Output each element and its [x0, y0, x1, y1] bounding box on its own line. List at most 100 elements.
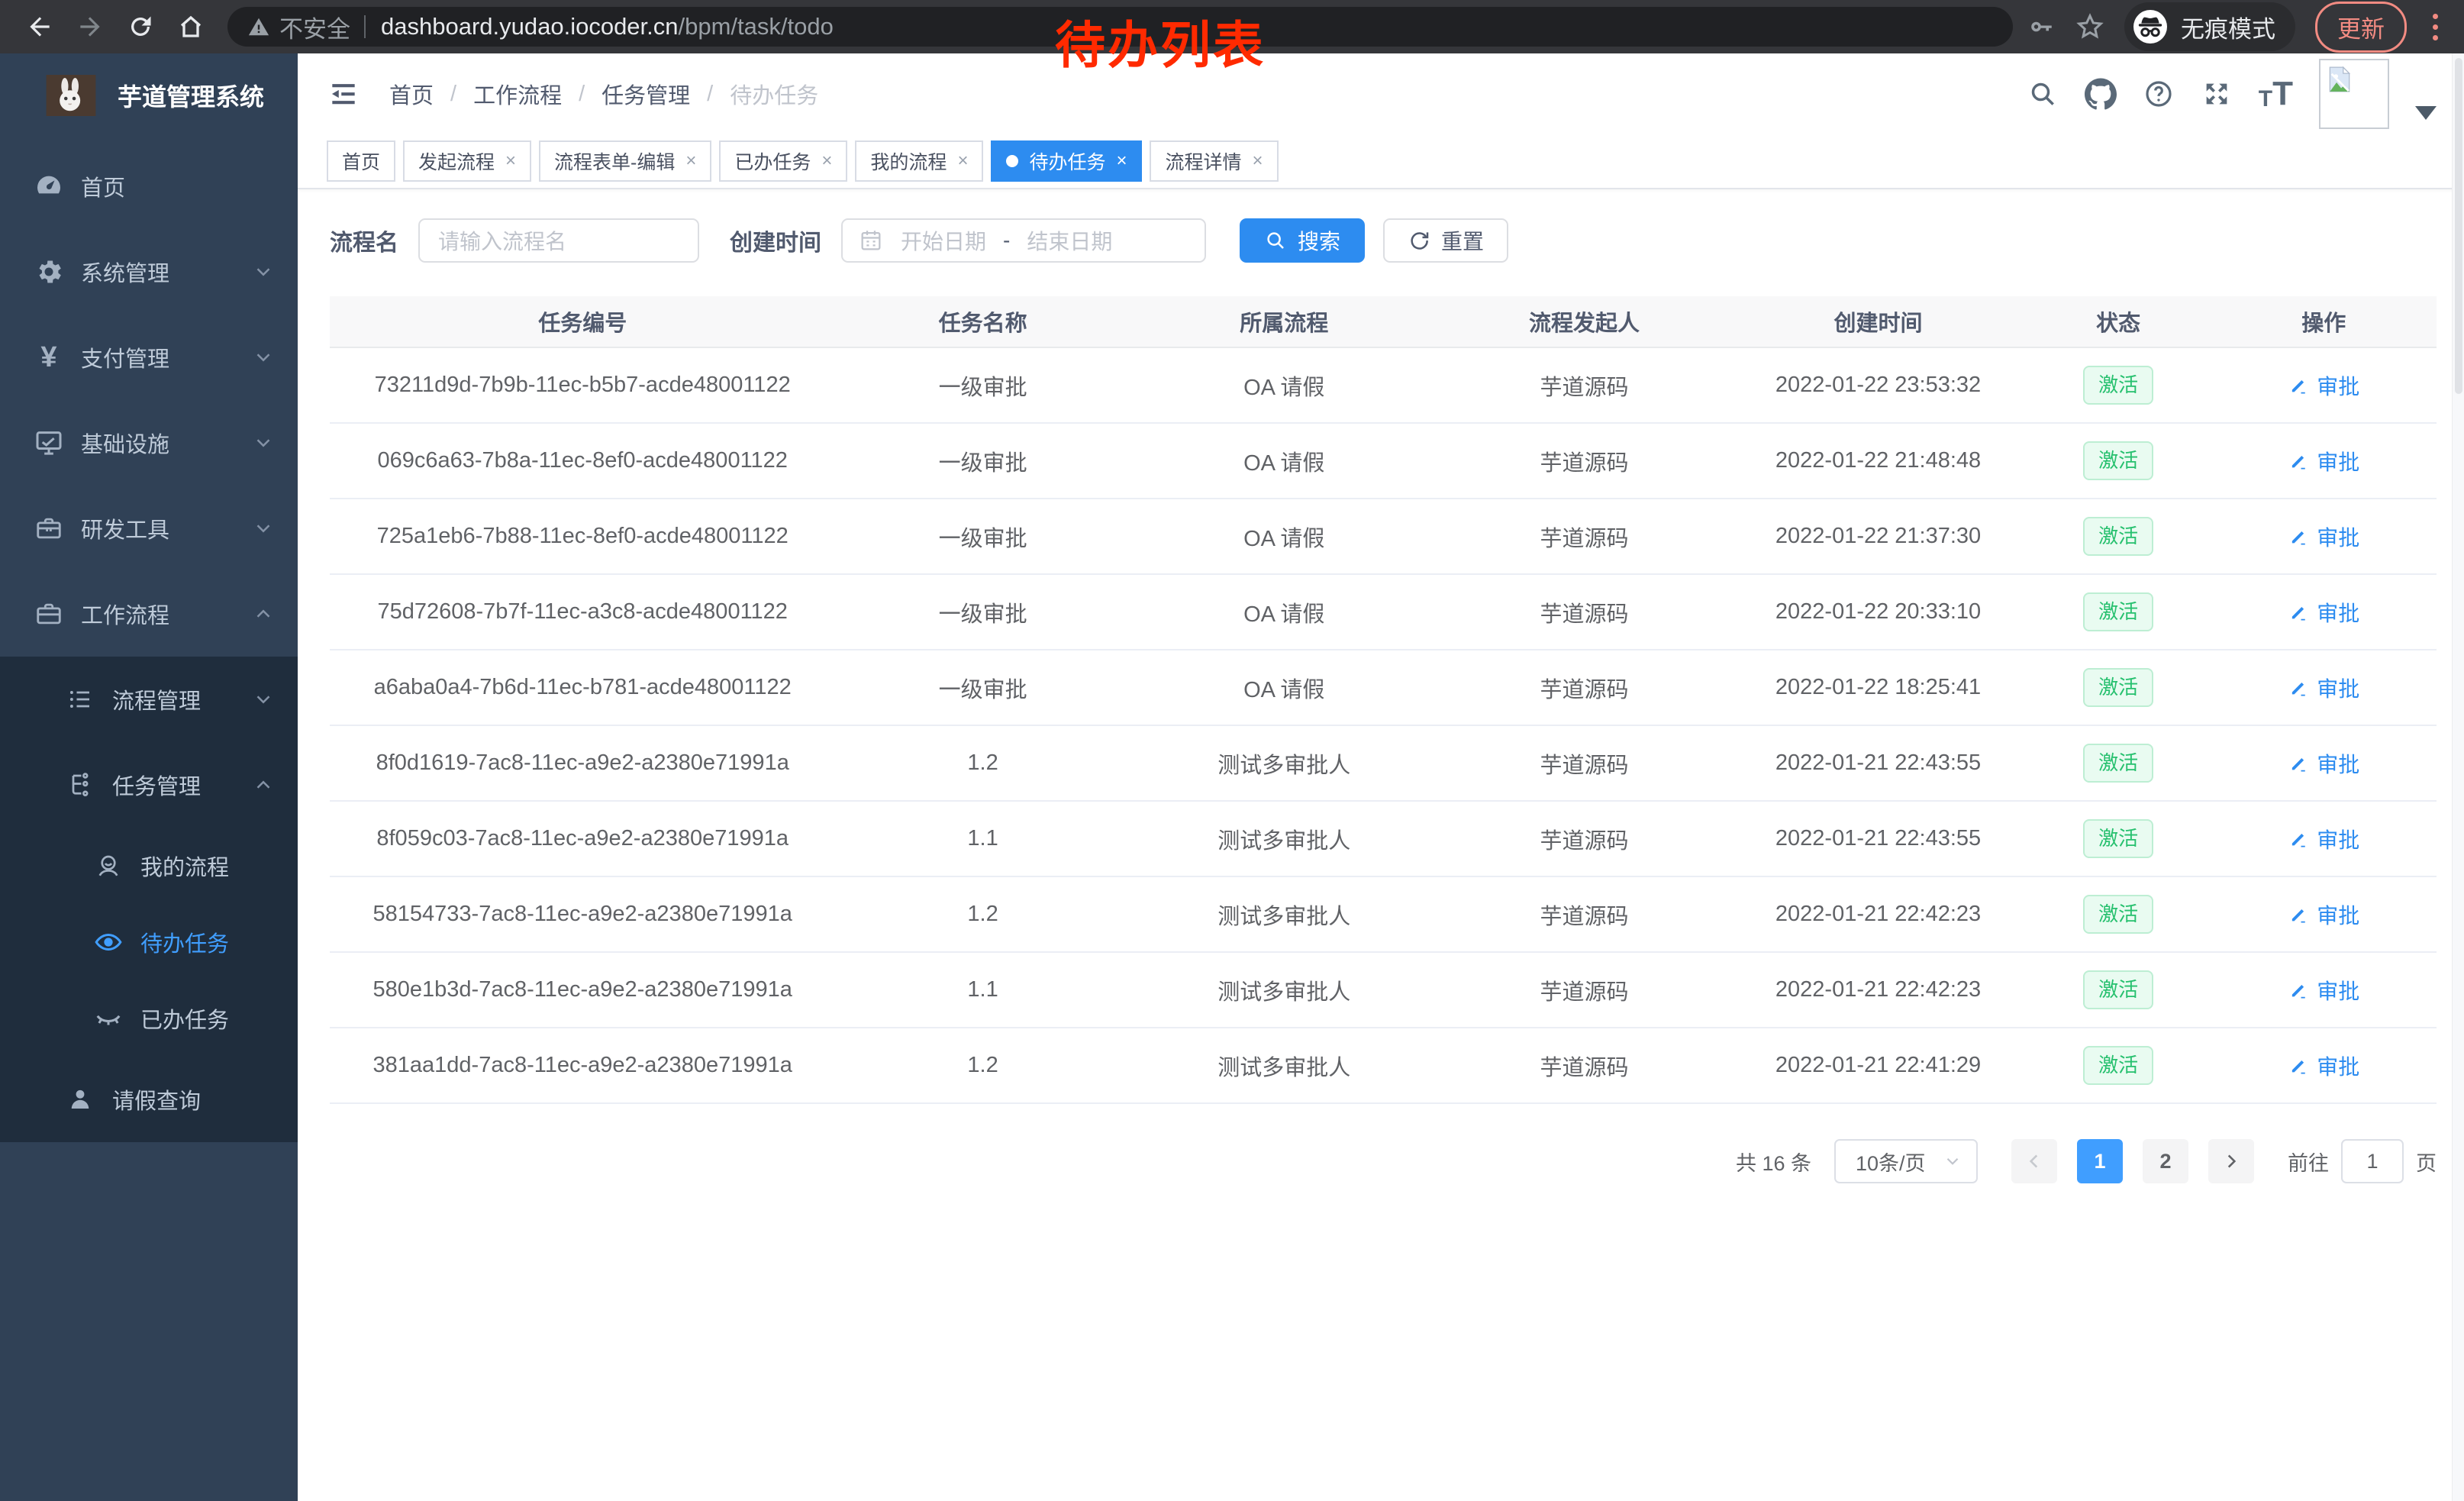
cell-process: OA 请假	[1130, 348, 1438, 422]
search-button[interactable]: 搜索	[1240, 218, 1365, 263]
tab-done-tasks[interactable]: 已办任务 ×	[719, 140, 847, 182]
back-icon[interactable]	[20, 7, 60, 47]
cell-initiator: 芋道源码	[1438, 348, 1731, 422]
approve-button[interactable]: 审批	[2288, 975, 2359, 1006]
tab-process-detail[interactable]: 流程详情×	[1150, 140, 1278, 182]
chevron-up-icon	[252, 773, 275, 796]
close-icon[interactable]: ×	[1116, 150, 1127, 172]
forward-icon[interactable]	[70, 7, 110, 47]
sidebar-item-task-management[interactable]: 任务管理	[0, 742, 298, 828]
close-icon[interactable]: ×	[1253, 150, 1263, 172]
pencil-icon	[2288, 602, 2309, 623]
sidebar-item-done-tasks[interactable]: 已办任务	[0, 980, 298, 1057]
status-badge: 激活	[2083, 668, 2153, 707]
avatar[interactable]	[2319, 59, 2389, 129]
reset-button-label: 重置	[1441, 225, 1484, 256]
approve-button[interactable]: 审批	[2288, 521, 2359, 552]
update-button[interactable]: 更新	[2315, 2, 2407, 53]
cell-created: 2022-01-22 21:37:30	[1730, 499, 2025, 573]
sidebar-item-process-management[interactable]: 流程管理	[0, 657, 298, 742]
tab-process-form-edit[interactable]: 流程表单-编辑×	[539, 140, 711, 182]
people-icon	[93, 851, 124, 881]
collapse-sidebar-icon[interactable]	[327, 77, 360, 111]
table-row: 069c6a63-7b8a-11ec-8ef0-acde48001122 一级审…	[330, 424, 2437, 499]
avatar-dropdown-caret[interactable]	[2415, 106, 2437, 120]
pencil-icon	[2288, 526, 2309, 547]
approve-button[interactable]: 审批	[2288, 370, 2359, 401]
sidebar-item-system[interactable]: 系统管理	[0, 229, 298, 315]
sidebar-item-infrastructure[interactable]: 基础设施	[0, 400, 298, 486]
approve-button[interactable]: 审批	[2288, 899, 2359, 930]
scrollbar-thumb[interactable]	[2455, 58, 2462, 394]
github-icon[interactable]	[2085, 78, 2117, 110]
security-label[interactable]: 不安全	[279, 10, 350, 44]
reload-icon[interactable]	[121, 7, 160, 47]
close-icon[interactable]: ×	[957, 150, 968, 172]
process-name-input[interactable]: 请输入流程名	[418, 218, 699, 263]
app-logo-row[interactable]: 芋道管理系统	[0, 53, 298, 137]
approve-button[interactable]: 审批	[2288, 824, 2359, 854]
home-icon[interactable]	[171, 7, 211, 47]
page-button-1[interactable]: 1	[2077, 1139, 2123, 1183]
breadcrumb-item-task-management[interactable]: 任务管理	[601, 78, 690, 110]
search-icon[interactable]	[2027, 78, 2059, 110]
tree-icon	[65, 770, 95, 800]
sidebar-item-leave-query[interactable]: 请假查询	[0, 1057, 298, 1142]
tab-my-process[interactable]: 我的流程×	[855, 140, 983, 182]
next-page-button[interactable]	[2208, 1139, 2254, 1183]
reset-button[interactable]: 重置	[1383, 218, 1508, 263]
sidebar-item-todo-tasks[interactable]: 待办任务	[0, 904, 298, 980]
cell-initiator: 芋道源码	[1438, 499, 1731, 573]
sidebar-item-workflow[interactable]: 工作流程	[0, 571, 298, 657]
app-title: 芋道管理系统	[118, 78, 264, 113]
search-button-label: 搜索	[1298, 225, 1340, 256]
font-size-icon[interactable]: TT	[2259, 77, 2293, 111]
sidebar-item-home[interactable]: 首页	[0, 144, 298, 229]
cell-process: OA 请假	[1130, 575, 1438, 649]
cell-task-name: 一级审批	[835, 650, 1130, 725]
tab-home[interactable]: 首页	[327, 140, 395, 182]
sidebar-item-payment[interactable]: ¥ 支付管理	[0, 315, 298, 400]
sidebar-item-label: 请假查询	[112, 1083, 201, 1115]
date-range-input[interactable]: 开始日期 - 结束日期	[841, 218, 1206, 263]
sidebar-item-devtools[interactable]: 研发工具	[0, 486, 298, 571]
update-label: 更新	[2337, 10, 2385, 44]
table-row: 58154733-7ac8-11ec-a9e2-a2380e71991a 1.2…	[330, 877, 2437, 953]
tab-label: 首页	[342, 147, 380, 175]
sidebar-item-my-process[interactable]: 我的流程	[0, 828, 298, 904]
approve-button[interactable]: 审批	[2288, 446, 2359, 476]
close-icon[interactable]: ×	[821, 150, 832, 172]
cell-task-name: 1.1	[835, 953, 1130, 1027]
table-row: a6aba0a4-7b6d-11ec-b781-acde48001122 一级审…	[330, 650, 2437, 726]
fullscreen-icon[interactable]	[2201, 78, 2233, 110]
bookmark-star-icon[interactable]	[2075, 12, 2104, 41]
cell-created: 2022-01-21 22:43:55	[1730, 726, 2025, 800]
browser-menu-icon[interactable]	[2427, 11, 2444, 44]
cell-created: 2022-01-22 21:48:48	[1730, 424, 2025, 498]
scrollbar[interactable]	[2452, 53, 2464, 1501]
approve-button[interactable]: 审批	[2288, 748, 2359, 779]
help-icon[interactable]	[2143, 78, 2175, 110]
breadcrumb-item-home[interactable]: 首页	[389, 78, 434, 110]
cell-process: OA 请假	[1130, 424, 1438, 498]
status-badge: 激活	[2083, 819, 2153, 858]
breadcrumb-item-workflow[interactable]: 工作流程	[473, 78, 562, 110]
cell-created: 2022-01-22 18:25:41	[1730, 650, 2025, 725]
tab-todo-tasks[interactable]: 待办任务×	[991, 140, 1142, 182]
warning-icon[interactable]	[247, 15, 270, 38]
approve-label: 审批	[2317, 446, 2359, 476]
tab-label: 已办任务	[734, 147, 811, 175]
approve-button[interactable]: 审批	[2288, 597, 2359, 628]
approve-button[interactable]: 审批	[2288, 673, 2359, 703]
page-size-select[interactable]: 10条/页	[1834, 1139, 1978, 1183]
tab-start-process[interactable]: 发起流程×	[403, 140, 531, 182]
cell-created: 2022-01-21 22:42:23	[1730, 953, 2025, 1027]
close-icon[interactable]: ×	[685, 150, 696, 172]
page-button-2[interactable]: 2	[2143, 1139, 2188, 1183]
password-key-icon[interactable]	[2028, 13, 2056, 40]
cell-task-id: 73211d9d-7b9b-11ec-b5b7-acde48001122	[330, 348, 835, 422]
approve-button[interactable]: 审批	[2288, 1051, 2359, 1081]
close-icon[interactable]: ×	[505, 150, 516, 172]
goto-page-input[interactable]: 1	[2341, 1139, 2404, 1183]
prev-page-button[interactable]	[2011, 1139, 2057, 1183]
